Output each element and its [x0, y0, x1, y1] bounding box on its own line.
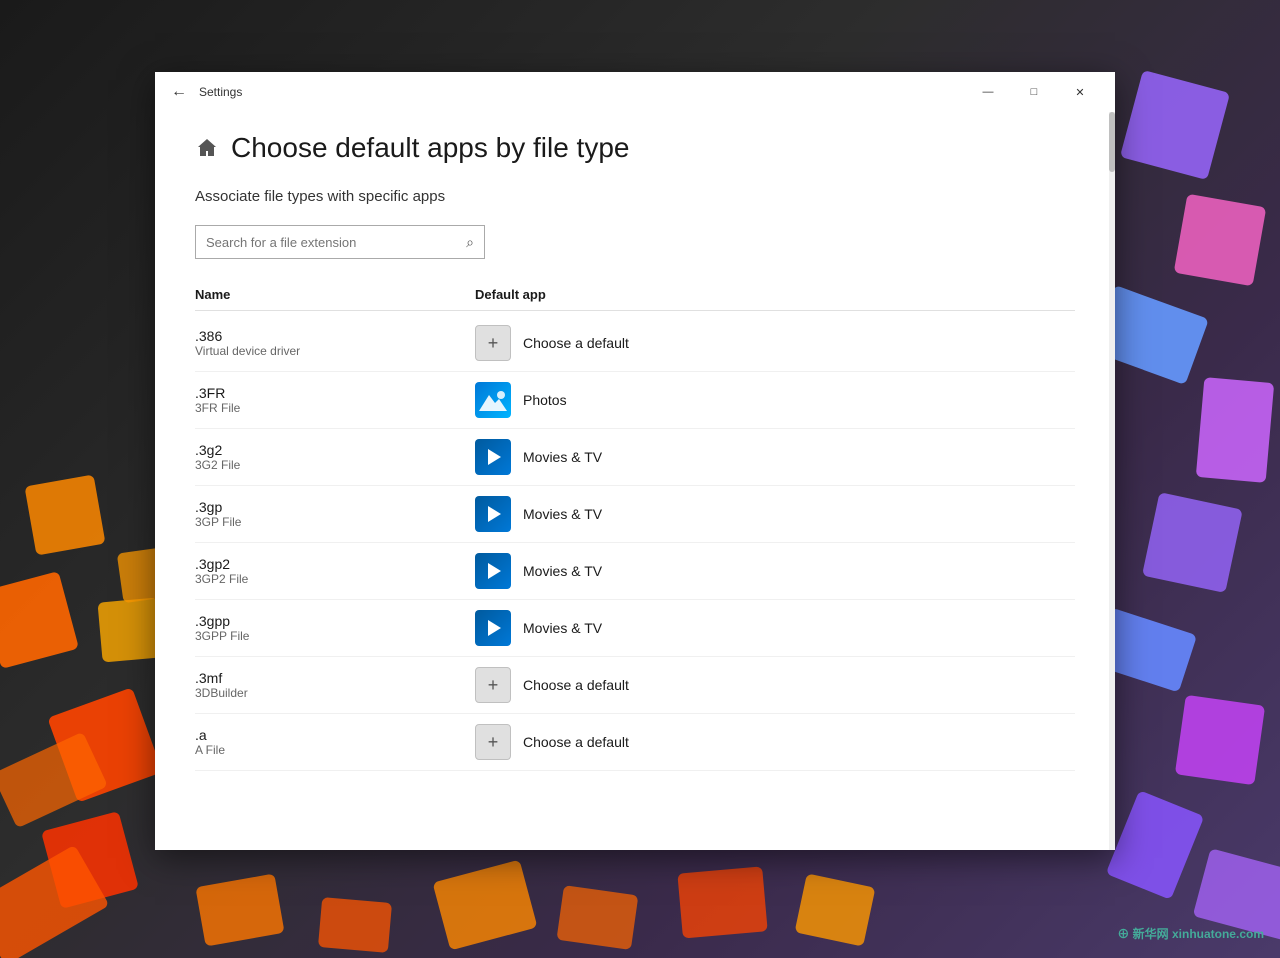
file-name-col: .3mf3DBuilder: [195, 670, 475, 700]
file-name-col: .aA File: [195, 727, 475, 757]
file-extension: .3g2: [195, 442, 475, 458]
play-icon: [488, 449, 501, 465]
file-name-col: .3FR3FR File: [195, 385, 475, 415]
file-app-col[interactable]: Movies & TV: [475, 439, 602, 475]
file-name-col: .3gpp3GPP File: [195, 613, 475, 643]
file-description: 3DBuilder: [195, 686, 475, 700]
default-app-icon: +: [475, 724, 511, 760]
column-name-header: Name: [195, 287, 475, 302]
file-extension: .3gpp: [195, 613, 475, 629]
table-header: Name Default app: [195, 279, 1075, 311]
column-app-header: Default app: [475, 287, 546, 302]
file-app-col[interactable]: + Choose a default: [475, 724, 629, 760]
app-name-label: Movies & TV: [523, 563, 602, 579]
table-row[interactable]: .3g23G2 File Movies & TV: [195, 429, 1075, 486]
search-container: ⌕: [195, 225, 1075, 259]
table-row[interactable]: .386Virtual device driver + Choose a defau…: [195, 315, 1075, 372]
play-icon: [488, 620, 501, 636]
table-row[interactable]: .aA File + Choose a default: [195, 714, 1075, 771]
page-header: Choose default apps by file type: [195, 132, 1075, 164]
back-button[interactable]: ←: [167, 80, 191, 104]
file-app-col[interactable]: Photos: [475, 382, 567, 418]
file-extension: .3mf: [195, 670, 475, 686]
close-button[interactable]: ✕: [1057, 76, 1103, 108]
page-subtitle: Associate file types with specific apps: [195, 188, 1075, 205]
file-extension: .3FR: [195, 385, 475, 401]
app-name-label: Choose a default: [523, 734, 629, 750]
plus-icon: +: [488, 676, 499, 694]
window-title: Settings: [199, 85, 242, 99]
file-extension: .3gp2: [195, 556, 475, 572]
default-app-icon: +: [475, 325, 511, 361]
play-icon: [488, 563, 501, 579]
file-description: 3GP2 File: [195, 572, 475, 586]
movies-app-icon: [475, 439, 511, 475]
movies-app-icon: [475, 553, 511, 589]
file-app-col[interactable]: + Choose a default: [475, 325, 629, 361]
plus-icon: +: [488, 334, 499, 352]
page-content: Choose default apps by file type Associa…: [155, 112, 1115, 850]
file-extension: .3gp: [195, 499, 475, 515]
table-row[interactable]: .3FR3FR File Photos: [195, 372, 1075, 429]
file-name-col: .3gp3GP File: [195, 499, 475, 529]
play-icon: [488, 506, 501, 522]
file-name-col: .386Virtual device driver: [195, 328, 475, 358]
app-name-label: Choose a default: [523, 677, 629, 693]
file-description: Virtual device driver: [195, 344, 475, 358]
table-row[interactable]: .3mf3DBuilder + Choose a default: [195, 657, 1075, 714]
file-app-col[interactable]: Movies & TV: [475, 553, 602, 589]
watermark-text: ⊕ 新华网 xinhuatone.com: [1117, 925, 1264, 942]
app-name-label: Movies & TV: [523, 449, 602, 465]
titlebar: ← Settings — □ ✕: [155, 72, 1115, 112]
maximize-button[interactable]: □: [1011, 76, 1057, 108]
file-app-col[interactable]: Movies & TV: [475, 496, 602, 532]
movies-app-icon: [475, 610, 511, 646]
file-extension: .a: [195, 727, 475, 743]
search-input[interactable]: [206, 235, 466, 250]
watermark: ⊕ 新华网 xinhuatone.com: [1117, 925, 1264, 942]
photos-app-icon: [475, 382, 511, 418]
table-row[interactable]: .3gp3GP File Movies & TV: [195, 486, 1075, 543]
file-description: 3FR File: [195, 401, 475, 415]
file-name-col: .3gp23GP2 File: [195, 556, 475, 586]
file-name-col: .3g23G2 File: [195, 442, 475, 472]
file-type-list: .386Virtual device driver + Choose a defau…: [195, 315, 1075, 771]
app-name-label: Movies & TV: [523, 620, 602, 636]
search-icon: ⌕: [466, 234, 474, 251]
search-box[interactable]: ⌕: [195, 225, 485, 259]
file-app-col[interactable]: Movies & TV: [475, 610, 602, 646]
app-name-label: Choose a default: [523, 335, 629, 351]
default-app-icon: +: [475, 667, 511, 703]
settings-window: ← Settings — □ ✕ Choose default apps by …: [155, 72, 1115, 850]
plus-icon: +: [488, 733, 499, 751]
file-description: 3GPP File: [195, 629, 475, 643]
table-row[interactable]: .3gpp3GPP File Movies & TV: [195, 600, 1075, 657]
app-name-label: Photos: [523, 392, 567, 408]
movies-app-icon: [475, 496, 511, 532]
file-extension: .386: [195, 328, 475, 344]
home-icon: [195, 136, 219, 160]
file-description: A File: [195, 743, 475, 757]
minimize-button[interactable]: —: [965, 76, 1011, 108]
file-description: 3GP File: [195, 515, 475, 529]
app-name-label: Movies & TV: [523, 506, 602, 522]
window-controls: — □ ✕: [965, 76, 1103, 108]
table-row[interactable]: .3gp23GP2 File Movies & TV: [195, 543, 1075, 600]
page-title: Choose default apps by file type: [231, 132, 629, 164]
file-app-col[interactable]: + Choose a default: [475, 667, 629, 703]
file-description: 3G2 File: [195, 458, 475, 472]
